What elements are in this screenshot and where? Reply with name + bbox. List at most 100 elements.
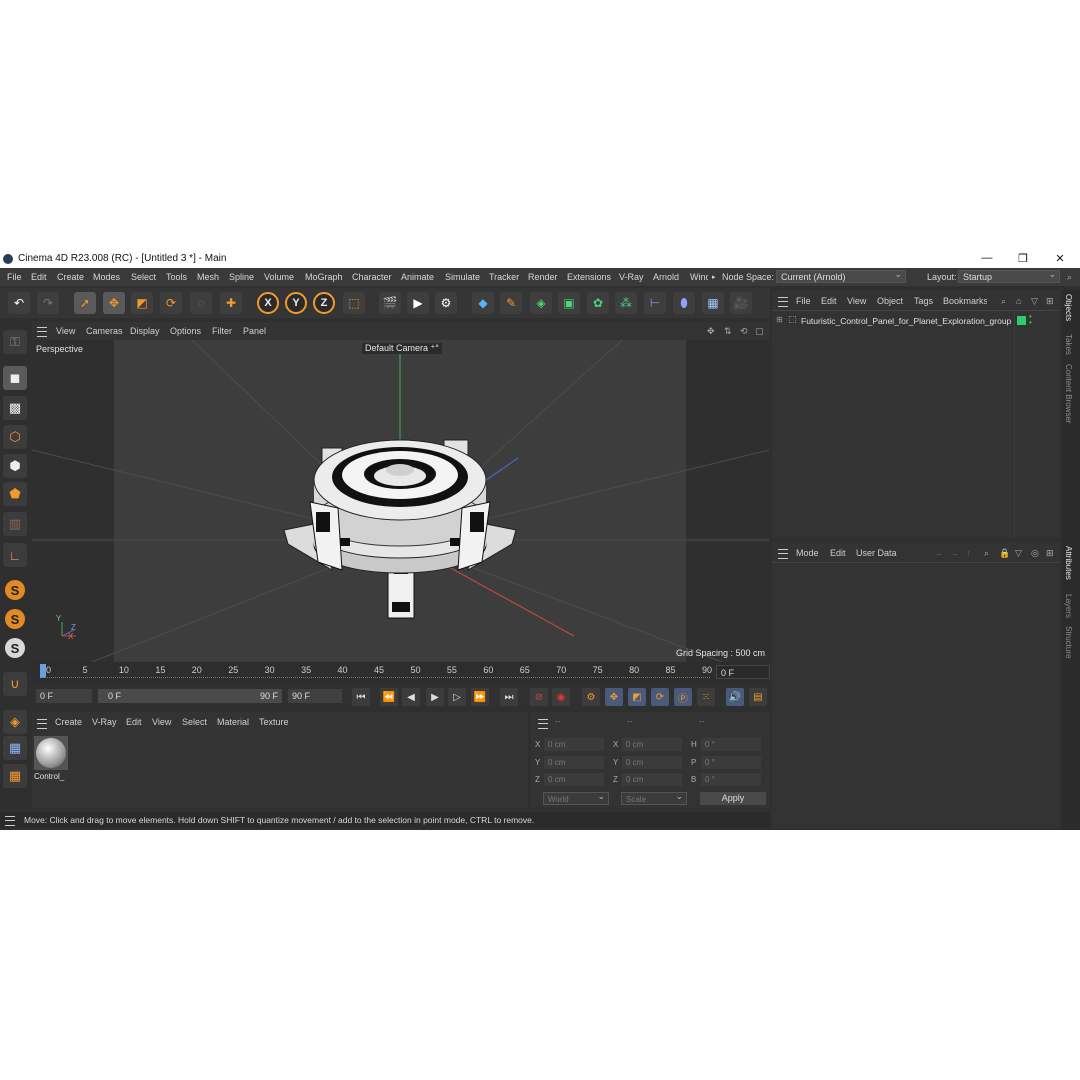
render-view-icon[interactable]: 🎬 (379, 292, 401, 314)
menu-edit[interactable]: Edit (31, 272, 47, 282)
key-rotation-icon[interactable]: ⟳ (651, 688, 669, 706)
axis-mode-icon[interactable]: ∟ (3, 543, 27, 567)
coordinate-system-icon[interactable]: ⬚ (343, 292, 365, 314)
objects-menu-file[interactable]: File (796, 296, 811, 306)
material-menu-material[interactable]: Material (217, 717, 249, 727)
material-menu-vray[interactable]: V-Ray (92, 717, 117, 727)
y-axis-lock-button[interactable]: Y (285, 292, 307, 314)
menu-extensions[interactable]: Extensions (567, 272, 611, 282)
mograph-cloner-icon[interactable]: ✿ (587, 292, 609, 314)
menu-window[interactable]: Wind (690, 272, 708, 282)
key-point-level-icon[interactable]: ⁙ (697, 688, 715, 706)
viewport-hamburger-icon[interactable] (37, 327, 47, 337)
attributes-target-icon[interactable]: ◎ (1031, 548, 1039, 559)
keyframe-selection-icon[interactable]: ⚙ (582, 688, 600, 706)
array-icon[interactable]: ⁂ (615, 292, 637, 314)
menu-select[interactable]: Select (131, 272, 156, 282)
objects-search-icon[interactable]: ⌕ (1001, 296, 1006, 307)
select-tool-icon[interactable]: ➚ (74, 292, 96, 314)
make-editable-icon[interactable]: ⚿ (3, 330, 27, 354)
recent-tool-icon[interactable]: ◌ (190, 292, 212, 314)
key-scale-icon[interactable]: ◩ (628, 688, 646, 706)
redo-icon[interactable]: ↷ (37, 292, 59, 314)
subdivision-surface-icon[interactable]: ◈ (530, 292, 552, 314)
objects-new-window-icon[interactable]: ⊞ (1046, 296, 1054, 307)
pos-z-field[interactable]: 0 cm (544, 773, 604, 786)
record-active-icon[interactable]: ⊘ (530, 688, 548, 706)
viewport-rotate-icon[interactable]: ⟲ (740, 326, 748, 337)
menu-tools[interactable]: Tools (166, 272, 187, 282)
attributes-new-window-icon[interactable]: ⊞ (1046, 548, 1054, 559)
start-frame-field[interactable]: 0 F (36, 689, 92, 703)
attributes-hamburger-icon[interactable] (778, 549, 788, 559)
menu-mograph[interactable]: MoGraph (305, 272, 343, 282)
search-icon[interactable]: ⌕ (1067, 272, 1072, 283)
viewport-menu-filter[interactable]: Filter (212, 326, 232, 336)
close-button[interactable]: ✕ (1045, 252, 1075, 266)
expand-icon[interactable]: ⊞ (776, 315, 783, 324)
range-slider[interactable]: 0 F 90 F (98, 689, 282, 703)
z-axis-lock-button[interactable]: Z (313, 292, 335, 314)
menu-mesh[interactable]: Mesh (197, 272, 219, 282)
tab-structure[interactable]: Structure (1064, 626, 1073, 658)
attributes-menu-user-data[interactable]: User Data (856, 548, 897, 558)
coord-mode-dropdown[interactable]: Scale (621, 790, 687, 805)
pos-x-field[interactable]: 0 cm (544, 738, 604, 751)
size-y-field[interactable]: 0 cm (622, 756, 682, 769)
menu-character[interactable]: Character (352, 272, 392, 282)
attributes-menu-mode[interactable]: Mode (796, 548, 819, 558)
workplane-icon[interactable]: ◈ (3, 710, 27, 734)
material-hamburger-icon[interactable] (37, 719, 47, 729)
edges-mode-icon[interactable]: ⬢ (3, 454, 27, 478)
attributes-search-icon[interactable]: ⌕ (984, 548, 989, 559)
objects-hamburger-icon[interactable] (778, 297, 788, 307)
viewport-menu-display[interactable]: Display (130, 326, 160, 336)
menu-spline[interactable]: Spline (229, 272, 254, 282)
material-menu-create[interactable]: Create (55, 717, 82, 727)
go-to-end-icon[interactable]: ⏭ (500, 688, 518, 706)
x-axis-lock-button[interactable]: X (257, 292, 279, 314)
key-parameter-icon[interactable]: Ⓟ (674, 688, 692, 706)
3d-viewport[interactable]: Perspective Default Camera ⁺° Grid Spaci… (32, 340, 769, 662)
viewport-menu-panel[interactable]: Panel (243, 326, 266, 336)
visibility-dots-icon[interactable]: • • (1029, 313, 1032, 327)
points-mode-icon[interactable]: ⬡ (3, 425, 27, 449)
scale-tool-icon[interactable]: ◩ (131, 292, 153, 314)
material-menu-select[interactable]: Select (182, 717, 207, 727)
polygons-mode-icon[interactable]: ⬟ (3, 482, 27, 506)
viewport-pan-icon[interactable]: ✥ (707, 326, 715, 337)
viewport-maximize-icon[interactable]: ▢ (755, 326, 764, 337)
render-picture-viewer-icon[interactable]: ▶ (407, 292, 429, 314)
menu-overflow-arrow-icon[interactable]: ▸ (712, 273, 716, 281)
field-icon[interactable]: ⬮ (673, 292, 695, 314)
menu-vray[interactable]: V-Ray (619, 272, 644, 282)
camera-label[interactable]: Default Camera ⁺° (362, 343, 442, 354)
material-thumbnail[interactable] (34, 736, 68, 770)
add-tool-icon[interactable]: ✚ (220, 292, 242, 314)
cube-object-icon[interactable]: ◆ (472, 292, 494, 314)
size-x-field[interactable]: 0 cm (622, 738, 682, 751)
objects-home-icon[interactable]: ⌂ (1016, 296, 1021, 306)
coords-hamburger-icon[interactable] (538, 719, 548, 729)
menu-tracker[interactable]: Tracker (489, 272, 519, 282)
back-arrow-icon[interactable]: ← (935, 548, 944, 558)
menu-volume[interactable]: Volume (264, 272, 294, 282)
viewport-menu-options[interactable]: Options (170, 326, 201, 336)
timeline-ruler[interactable]: 0 5 10 15 20 25 30 35 40 45 50 55 60 65 70 75 80 85 90 0 F (32, 662, 770, 682)
viewport-zoom-icon[interactable]: ⇅ (724, 326, 732, 337)
material-menu-view[interactable]: View (152, 717, 171, 727)
next-key-icon[interactable]: ⏩ (471, 688, 489, 706)
tab-takes[interactable]: Takes (1064, 334, 1073, 355)
minimize-button[interactable]: — (972, 252, 1002, 266)
snap-icon[interactable]: S (5, 580, 25, 600)
menu-file[interactable]: File (7, 272, 22, 282)
tab-attributes[interactable]: Attributes (1064, 546, 1073, 580)
menu-render[interactable]: Render (528, 272, 558, 282)
node-space-dropdown[interactable]: Current (Arnold) (776, 268, 906, 283)
render-settings-icon[interactable]: ⚙ (435, 292, 457, 314)
menu-create[interactable]: Create (57, 272, 84, 282)
tab-objects[interactable]: Objects (1064, 294, 1073, 321)
attributes-filter-icon[interactable]: ▽ (1015, 548, 1022, 559)
deformer-icon[interactable]: ⊢ (644, 292, 666, 314)
menu-animate[interactable]: Animate (401, 272, 434, 282)
